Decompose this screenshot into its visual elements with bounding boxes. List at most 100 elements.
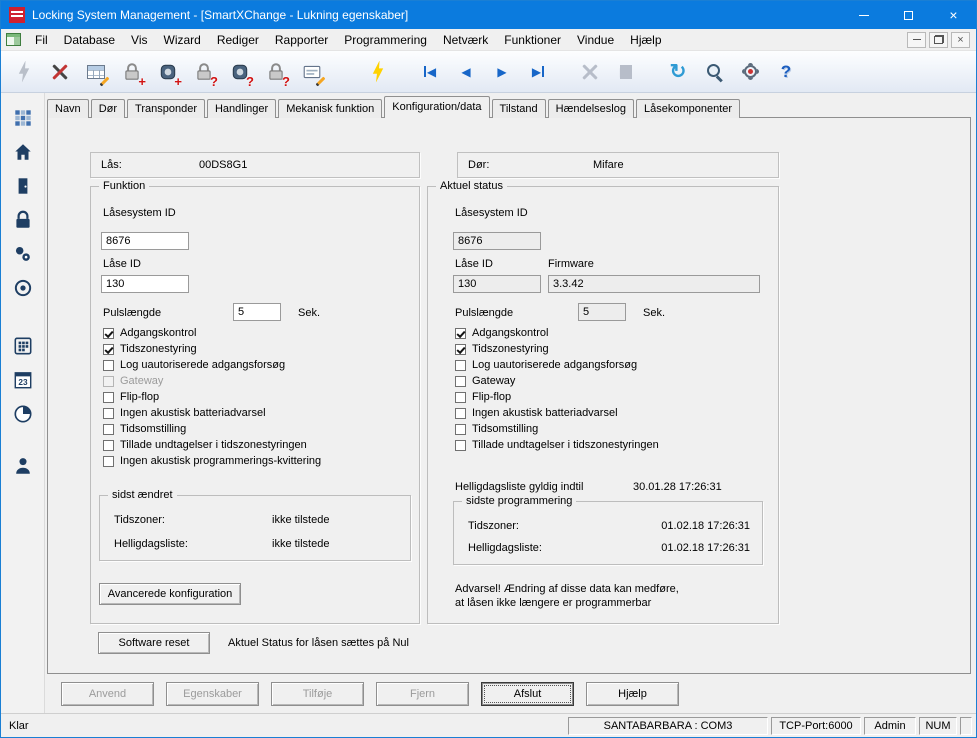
sidebar-calendar-button[interactable]	[8, 365, 38, 395]
menu-programmering[interactable]: Programmering	[336, 30, 435, 50]
tab-page-konfiguration: Lås: 00DS8G1 Dør: Mifare Funktion Låsesy…	[47, 117, 971, 674]
afslut-button[interactable]: Afslut	[481, 682, 574, 706]
menu-rediger[interactable]: Rediger	[209, 30, 267, 50]
checkbox-tillade-undtagelser[interactable]: Tillade undtagelser i tidszonestyringen	[103, 437, 321, 453]
checkbox-ingen-batteriadvarsel[interactable]: Ingen akustisk batteriadvarsel	[455, 405, 659, 421]
checkbox-log-adgangsforsog[interactable]: Log uautoriserede adgangsforsøg	[455, 357, 659, 373]
title-bar: Locking System Management - [SmartXChang…	[1, 1, 976, 29]
program-disabled-button[interactable]	[9, 57, 39, 87]
nav-end-disabled-button[interactable]: ▶	[611, 57, 641, 87]
sidebar-home-button[interactable]	[8, 137, 38, 167]
minimize-button[interactable]	[841, 1, 886, 29]
checkbox-tidszonestyring[interactable]: Tidszonestyring	[455, 341, 659, 357]
nav-last-button[interactable]: ▶	[523, 57, 553, 87]
tab-konfiguration-data[interactable]: Konfiguration/data	[384, 96, 489, 118]
checkbox-ingen-batteriadvarsel[interactable]: Ingen akustisk batteriadvarsel	[103, 405, 321, 421]
checkbox-tillade-undtagelser[interactable]: Tillade undtagelser i tidszonestyringen	[455, 437, 659, 453]
sidebar-door-button[interactable]	[8, 171, 38, 201]
egenskaber-button[interactable]: Egenskaber	[166, 682, 259, 706]
add-lock-button[interactable]: +	[117, 57, 147, 87]
nav-end-icon: ▶	[620, 65, 632, 79]
firmware-field[interactable]	[548, 275, 760, 293]
sidebar-timezone-button[interactable]	[8, 399, 38, 429]
gear-icon	[744, 65, 757, 78]
sidebar-transponder-button[interactable]	[8, 239, 38, 269]
tab-tilstand[interactable]: Tilstand	[492, 99, 546, 118]
lock-id-field[interactable]	[453, 275, 541, 293]
checkbox-adgangskontrol[interactable]: Adgangskontrol	[455, 325, 659, 341]
disconnect-button[interactable]	[45, 57, 75, 87]
sidebar-user-button[interactable]	[8, 451, 38, 481]
checkbox-gateway[interactable]: Gateway	[103, 373, 321, 389]
checkbox-tidsomstilling[interactable]: Tidsomstilling	[455, 421, 659, 437]
system-id-field[interactable]	[453, 232, 541, 250]
menu-vis[interactable]: Vis	[123, 30, 155, 50]
tab-handlinger[interactable]: Handlinger	[207, 99, 276, 118]
checkbox-box	[455, 408, 466, 419]
checkbox-label: Flip-flop	[120, 391, 159, 403]
mdi-restore-button[interactable]	[929, 32, 948, 48]
read-lock-button[interactable]: ?	[189, 57, 219, 87]
tab-navn[interactable]: Navn	[47, 99, 89, 118]
menu-fil[interactable]: Fil	[27, 30, 56, 50]
tab-haendelseslog[interactable]: Hændelseslog	[548, 99, 634, 118]
tab-mekanisk-funktion[interactable]: Mekanisk funktion	[278, 99, 382, 118]
add-transponder-button[interactable]: +	[153, 57, 183, 87]
menu-wizard[interactable]: Wizard	[156, 30, 209, 50]
question-overlay-icon: ?	[210, 75, 218, 88]
checkbox-flip-flop[interactable]: Flip-flop	[455, 389, 659, 405]
pulse-field[interactable]	[578, 303, 626, 321]
menu-netvaerk[interactable]: Netværk	[435, 30, 496, 50]
close-button[interactable]: ×	[931, 1, 976, 29]
mdi-close-button[interactable]: ×	[951, 32, 970, 48]
program-button[interactable]	[363, 57, 393, 87]
pulse-label: Pulslængde	[455, 307, 513, 319]
maximize-button[interactable]	[886, 1, 931, 29]
menu-database[interactable]: Database	[56, 30, 123, 50]
tab-laasekomponenter[interactable]: Låsekomponenter	[636, 99, 740, 118]
nav-prev-button[interactable]: ◀	[451, 57, 481, 87]
tab-transponder[interactable]: Transponder	[127, 99, 205, 118]
checkbox-log-adgangsforsog[interactable]: Log uautoriserede adgangsforsøg	[103, 357, 321, 373]
checkbox-box	[103, 376, 114, 387]
firmware-label: Firmware	[548, 258, 594, 270]
mdi-minimize-button[interactable]	[907, 32, 926, 48]
read-mifare-lock-button[interactable]: ?	[261, 57, 291, 87]
matrix-edit-button[interactable]	[81, 57, 111, 87]
checkbox-tidsomstilling[interactable]: Tidsomstilling	[103, 421, 321, 437]
system-id-field[interactable]	[101, 232, 189, 250]
refresh-button[interactable]: ↻	[663, 57, 693, 87]
menu-hjaelp[interactable]: Hjælp	[622, 30, 669, 50]
nav-next-icon: ▶	[497, 65, 506, 79]
fjern-button[interactable]: Fjern	[376, 682, 469, 706]
checkbox-flip-flop[interactable]: Flip-flop	[103, 389, 321, 405]
sidebar-keypad-button[interactable]	[8, 331, 38, 361]
help-button[interactable]: ?	[771, 57, 801, 87]
checkbox-ingen-programmerings-kvittering[interactable]: Ingen akustisk programmerings-kvittering	[103, 453, 321, 469]
checkbox-adgangskontrol[interactable]: Adgangskontrol	[103, 325, 321, 341]
cancel-disabled-button[interactable]	[575, 57, 605, 87]
pulse-field[interactable]	[233, 303, 281, 321]
tilfoje-button[interactable]: Tilføje	[271, 682, 364, 706]
search-button[interactable]	[699, 57, 729, 87]
filter-gear-button[interactable]	[735, 57, 765, 87]
read-transponder-button[interactable]: ?	[225, 57, 255, 87]
edit-card-button[interactable]	[297, 57, 327, 87]
lock-id-field[interactable]	[101, 275, 189, 293]
anvend-button[interactable]: Anvend	[61, 682, 154, 706]
menu-vindue[interactable]: Vindue	[569, 30, 622, 50]
advanced-config-button[interactable]: Avancerede konfiguration	[99, 583, 241, 605]
checkbox-tidszonestyring[interactable]: Tidszonestyring	[103, 341, 321, 357]
nav-first-button[interactable]: ◀	[415, 57, 445, 87]
sidebar-lock-button[interactable]	[8, 205, 38, 235]
sidebar-matrix-button[interactable]	[8, 103, 38, 133]
sidebar-cylinder-button[interactable]	[8, 273, 38, 303]
tab-dor[interactable]: Dør	[91, 99, 125, 118]
software-reset-button[interactable]: Software reset	[98, 632, 210, 654]
menu-funktioner[interactable]: Funktioner	[496, 30, 569, 50]
warning-text-line2: at låsen ikke længere er programmerbar	[455, 597, 651, 609]
hjaelp-button[interactable]: Hjælp	[586, 682, 679, 706]
nav-next-button[interactable]: ▶	[487, 57, 517, 87]
menu-rapporter[interactable]: Rapporter	[267, 30, 336, 50]
checkbox-gateway[interactable]: Gateway	[455, 373, 659, 389]
